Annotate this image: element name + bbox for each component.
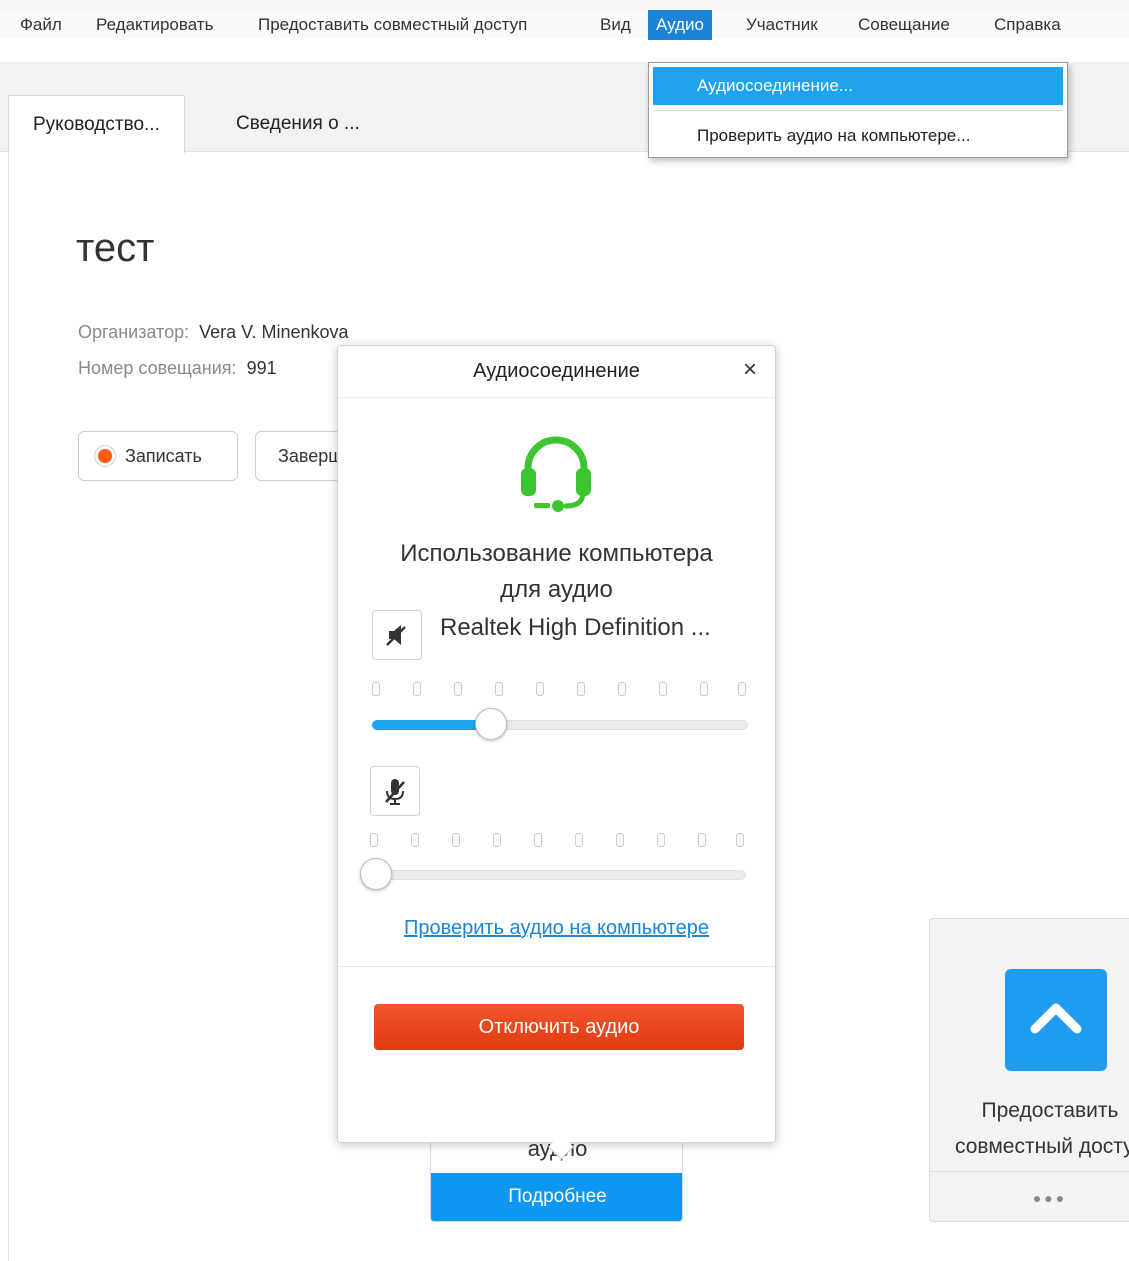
meeting-number-row: Номер совещания: 991 — [78, 358, 277, 379]
microphone-muted-icon — [385, 779, 405, 805]
window-top-strip — [0, 0, 1129, 10]
mic-volume-slider[interactable] — [360, 858, 746, 890]
speaker-slider-thumb[interactable] — [475, 708, 508, 740]
chevron-up-icon — [1005, 969, 1107, 1071]
speaker-level-meter — [372, 682, 748, 698]
menu-share[interactable]: Предоставить совместный доступ — [254, 14, 531, 36]
more-options-icon[interactable]: ●●● — [930, 1171, 1129, 1221]
menu-item-audio-connection[interactable]: Аудиосоединение... — [653, 67, 1063, 105]
meeting-number-label: Номер совещания: — [78, 358, 237, 378]
menu-participant[interactable]: Участник — [742, 14, 822, 36]
details-button[interactable]: Подробнее — [431, 1173, 682, 1221]
menu-view[interactable]: Вид — [596, 14, 635, 36]
share-card-line1: Предоставить — [981, 1099, 1119, 1122]
menu-file[interactable]: Файл — [16, 14, 66, 36]
speaker-slider-fill — [372, 720, 492, 730]
meeting-title: тест — [76, 226, 155, 270]
menu-separator — [653, 110, 1063, 111]
speaker-mute-button[interactable] — [372, 610, 422, 660]
record-button[interactable]: Записать — [78, 431, 238, 481]
menu-item-test-audio[interactable]: Проверить аудио на компьютере... — [653, 117, 1063, 155]
tab-guide[interactable]: Руководство... — [8, 95, 185, 153]
record-dot-icon — [95, 446, 115, 466]
organizer-label: Организатор: — [78, 322, 190, 342]
headset-icon — [521, 436, 591, 512]
close-icon[interactable]: × — [738, 358, 762, 382]
mic-slider-thumb[interactable] — [360, 858, 392, 890]
audio-connection-dialog: Аудиосоединение × Использование компьюте… — [337, 345, 776, 1143]
menu-meeting[interactable]: Совещание — [854, 14, 954, 36]
dialog-title: Аудиосоединение — [473, 360, 640, 382]
share-card-line2: совместный доступ — [955, 1135, 1129, 1158]
speaker-muted-icon — [386, 625, 406, 646]
record-button-label: Записать — [125, 446, 202, 466]
dialog-divider — [338, 966, 775, 967]
use-computer-audio-text: Использование компьютера для аудио — [338, 536, 775, 608]
use-computer-line1: Использование компьютера — [400, 540, 713, 567]
speaker-device-name[interactable]: Realtek High Definition ... — [440, 614, 711, 642]
menu-audio[interactable]: Аудио — [648, 10, 712, 40]
dialog-header: Аудиосоединение × — [338, 346, 775, 398]
tab-meeting-info[interactable]: Сведения о ... — [236, 95, 360, 153]
organizer-value: Vera V. Minenkova — [199, 322, 349, 342]
mic-level-meter — [370, 833, 746, 849]
left-divider — [8, 152, 9, 1261]
menu-edit[interactable]: Редактировать — [92, 14, 217, 36]
meeting-number-value: 991 — [246, 358, 277, 378]
share-card[interactable]: Предоставить совместный доступ ●●● — [929, 918, 1129, 1222]
test-audio-link[interactable]: Проверить аудио на компьютере — [338, 917, 775, 940]
menu-bar: Файл Редактировать Предоставить совместн… — [0, 10, 1129, 40]
organizer-row: Организатор: Vera V. Minenkova — [78, 322, 349, 343]
disconnect-audio-button[interactable]: Отключить аудио — [374, 1004, 744, 1050]
mic-mute-button[interactable] — [370, 766, 420, 816]
use-computer-line2: для аудио — [500, 576, 613, 603]
mic-slider-track — [360, 870, 746, 880]
menu-help[interactable]: Справка — [990, 14, 1065, 36]
audio-menu-dropdown: Аудиосоединение... Проверить аудио на ко… — [648, 62, 1068, 158]
speaker-volume-slider[interactable] — [372, 708, 748, 740]
